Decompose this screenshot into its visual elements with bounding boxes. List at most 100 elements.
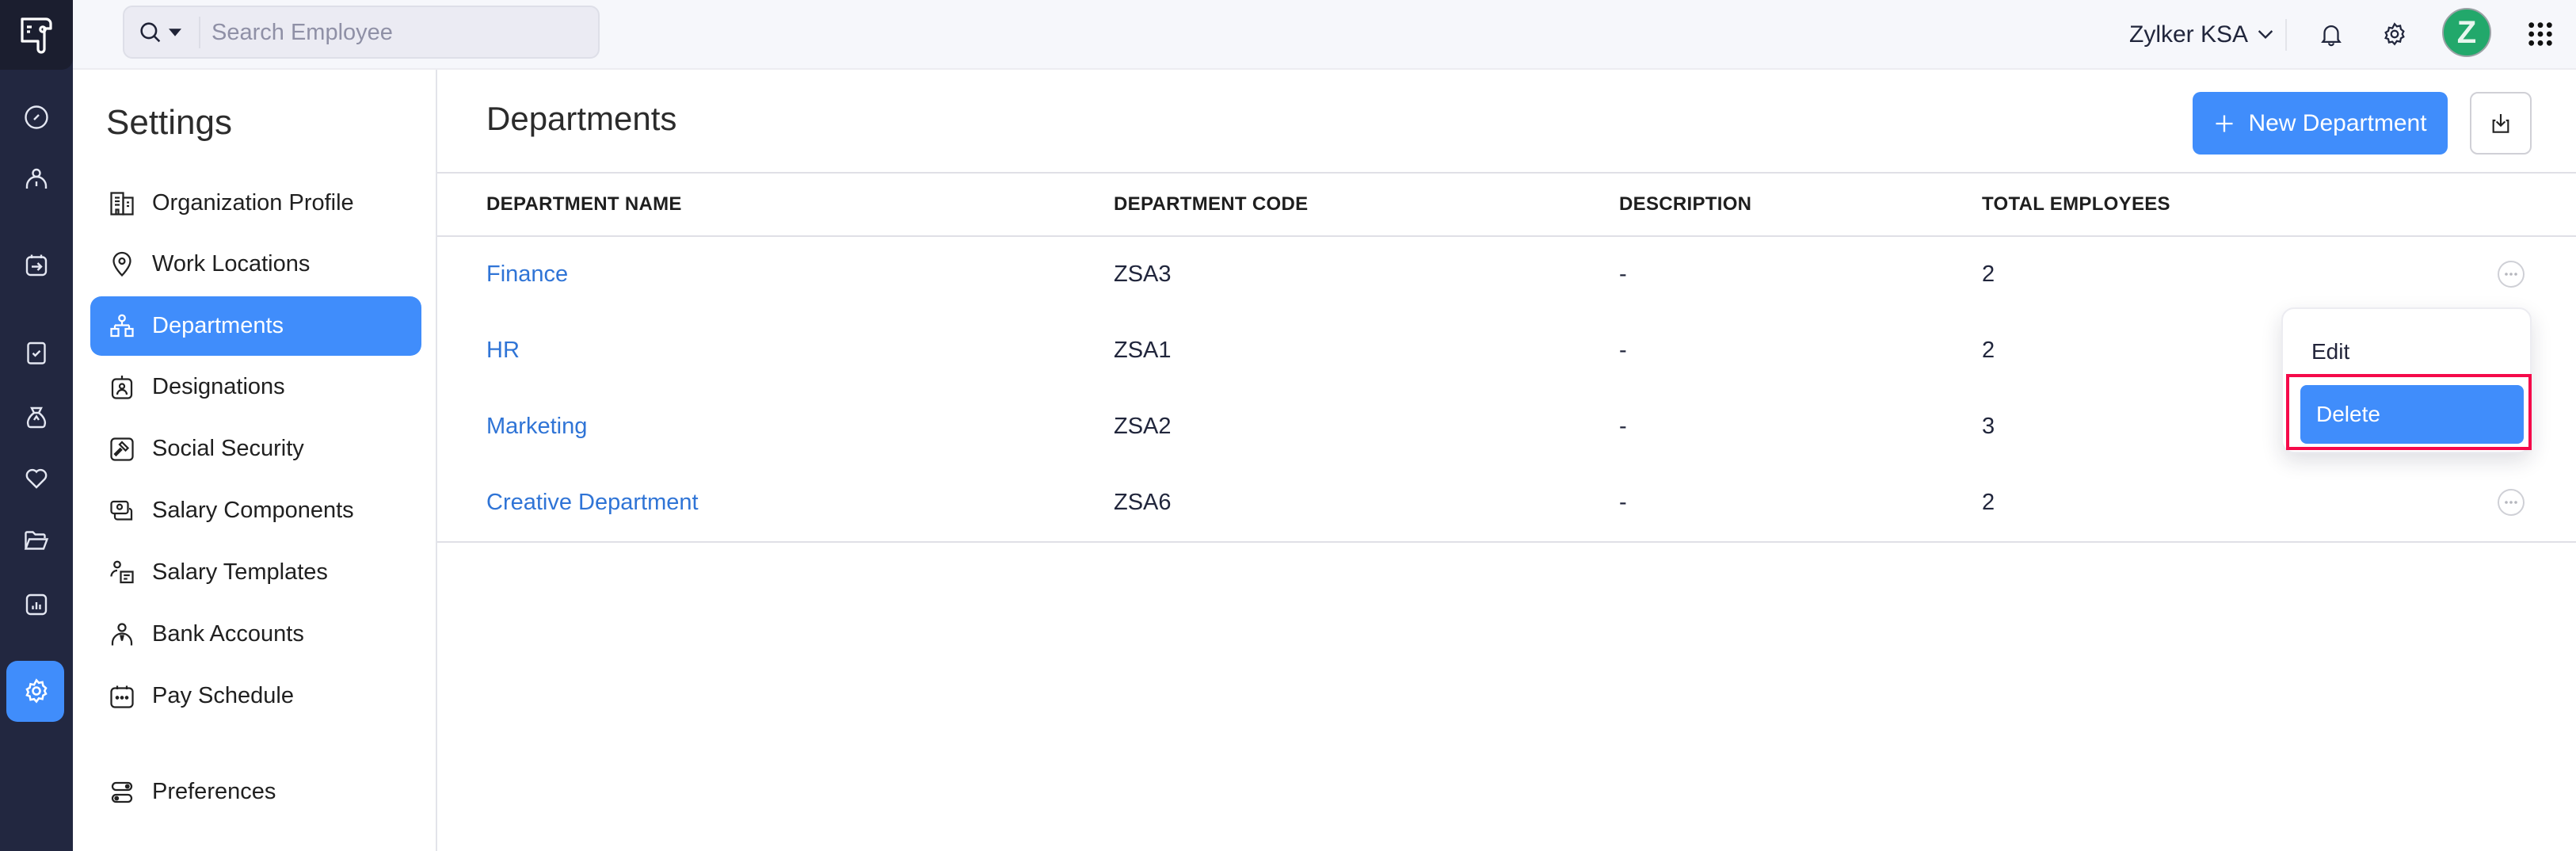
- export-button[interactable]: [2470, 92, 2532, 155]
- department-name-link[interactable]: Finance: [486, 258, 568, 290]
- total-employees: 2: [1982, 490, 1995, 515]
- avatar-initial: Z: [2456, 14, 2477, 50]
- employee-search[interactable]: [123, 6, 600, 59]
- menu-item-delete[interactable]: Delete: [2300, 385, 2524, 444]
- department-name-link[interactable]: Creative Department: [486, 487, 699, 518]
- column-header-department-code[interactable]: DEPARTMENT CODE: [1114, 193, 1308, 216]
- settings-button[interactable]: [2376, 16, 2413, 52]
- gavel-icon: [110, 437, 134, 461]
- sidebar-item-label: Preferences: [152, 779, 276, 804]
- department-code: ZSA1: [1114, 338, 1172, 363]
- header-divider: [437, 172, 2576, 174]
- app-rail: [0, 0, 73, 851]
- calendar-arrow-icon: [25, 254, 48, 277]
- settings-gear-icon: [25, 678, 48, 704]
- department-name-link[interactable]: HR: [486, 334, 520, 366]
- rail-item-documents[interactable]: [0, 517, 73, 564]
- organization-name: Zylker KSA: [2129, 21, 2249, 48]
- row-actions-button[interactable]: [2498, 489, 2525, 516]
- total-employees: 3: [1982, 414, 1995, 439]
- sidebar-item-label: Designations: [152, 374, 285, 399]
- column-header-department-name[interactable]: DEPARTMENT NAME: [486, 193, 682, 216]
- money-bag-icon: [26, 406, 47, 429]
- gear-icon: [2384, 22, 2405, 46]
- notifications-button[interactable]: [2313, 16, 2349, 52]
- menu-item-edit[interactable]: Edit: [2311, 330, 2517, 374]
- building-icon: [110, 191, 134, 216]
- app-logo[interactable]: [0, 0, 73, 70]
- bell-icon: [2321, 25, 2342, 47]
- sidebar-item-label: Bank Accounts: [152, 621, 304, 647]
- more-horizontal-icon: [2505, 273, 2517, 276]
- topbar-divider: [2285, 19, 2287, 51]
- sidebar-item-label: Work Locations: [152, 251, 311, 277]
- approvals-checkbox-icon: [27, 342, 46, 364]
- department-description: -: [1619, 338, 1627, 363]
- sidebar-item-label: Salary Components: [152, 498, 354, 523]
- rail-item-settings[interactable]: [0, 667, 73, 715]
- org-chart-icon: [110, 314, 134, 337]
- rail-item-employees[interactable]: [0, 155, 73, 203]
- rail-item-benefits[interactable]: [0, 454, 73, 502]
- employees-person-icon: [25, 168, 48, 189]
- total-employees: 2: [1982, 338, 1995, 363]
- sidebar-item-designations[interactable]: Designations: [90, 357, 421, 417]
- row-actions-menu: Edit Delete: [2281, 307, 2532, 453]
- sidebar-item-label: Organization Profile: [152, 190, 354, 216]
- sidebar-item-label: Pay Schedule: [152, 683, 294, 708]
- search-input[interactable]: [211, 12, 584, 53]
- row-actions-button[interactable]: [2498, 261, 2525, 288]
- department-description: -: [1619, 414, 1627, 439]
- sidebar-item-departments[interactable]: Departments: [90, 296, 421, 356]
- person-tie-icon: [111, 622, 133, 645]
- column-header-description[interactable]: DESCRIPTION: [1619, 193, 1751, 216]
- benefits-heart-icon: [25, 468, 48, 489]
- department-name-link[interactable]: Marketing: [486, 410, 587, 442]
- table-row[interactable]: [437, 389, 2576, 465]
- calendar-dots-icon: [110, 685, 134, 708]
- rail-item-payments[interactable]: [0, 394, 73, 441]
- table-row[interactable]: [437, 465, 2576, 541]
- download-icon: [2492, 113, 2509, 133]
- table-row[interactable]: [437, 313, 2576, 389]
- chevron-down-icon: [2258, 30, 2273, 39]
- organization-switcher[interactable]: Zylker KSA: [2129, 19, 2273, 51]
- sidebar-item-bank-accounts[interactable]: Bank Accounts: [90, 605, 421, 664]
- search-divider: [199, 17, 200, 48]
- department-description: -: [1619, 261, 1627, 287]
- department-description: -: [1619, 490, 1627, 515]
- sidebar-item-label: Social Security: [152, 436, 304, 461]
- more-horizontal-icon: [2505, 501, 2517, 504]
- sidebar-item-organization-profile[interactable]: Organization Profile: [90, 174, 421, 233]
- settings-title: Settings: [106, 103, 232, 142]
- sidebar-item-salary-components[interactable]: Salary Components: [90, 481, 421, 540]
- sidebar-item-pay-schedule[interactable]: Pay Schedule: [90, 666, 421, 726]
- id-badge-icon: [111, 375, 133, 399]
- rail-item-reports[interactable]: [0, 581, 73, 628]
- search-filter-toggle[interactable]: [137, 17, 185, 48]
- person-template-icon: [110, 560, 134, 583]
- new-department-button[interactable]: New Department: [2193, 92, 2448, 155]
- total-employees: 2: [1982, 261, 1995, 287]
- user-avatar[interactable]: Z: [2442, 8, 2491, 57]
- payroll-logo-icon: [21, 17, 52, 54]
- rail-item-attendance[interactable]: [0, 242, 73, 289]
- location-pin-icon: [112, 251, 131, 277]
- dashboard-gauge-icon: [25, 105, 48, 129]
- rail-item-dashboard[interactable]: [0, 93, 73, 141]
- sidebar-item-label: Salary Templates: [152, 559, 328, 585]
- column-header-total-employees[interactable]: TOTAL EMPLOYEES: [1982, 193, 2170, 216]
- sidebar-item-salary-templates[interactable]: Salary Templates: [90, 543, 421, 602]
- sidebar-item-preferences[interactable]: Preferences: [90, 762, 421, 822]
- rail-item-approvals[interactable]: [0, 329, 73, 376]
- sidebar-item-social-security[interactable]: Social Security: [90, 419, 421, 479]
- table-row[interactable]: [437, 237, 2576, 313]
- sidebar-item-work-locations[interactable]: Work Locations: [90, 235, 421, 294]
- toggles-icon: [111, 781, 133, 803]
- sidebar-item-label: Departments: [152, 313, 284, 338]
- new-department-label: New Department: [2248, 109, 2427, 136]
- reports-chart-icon: [25, 593, 48, 616]
- caret-down-icon: [169, 29, 181, 36]
- delete-highlight-outline: Delete: [2286, 374, 2532, 450]
- app-launcher-button[interactable]: [2522, 16, 2559, 52]
